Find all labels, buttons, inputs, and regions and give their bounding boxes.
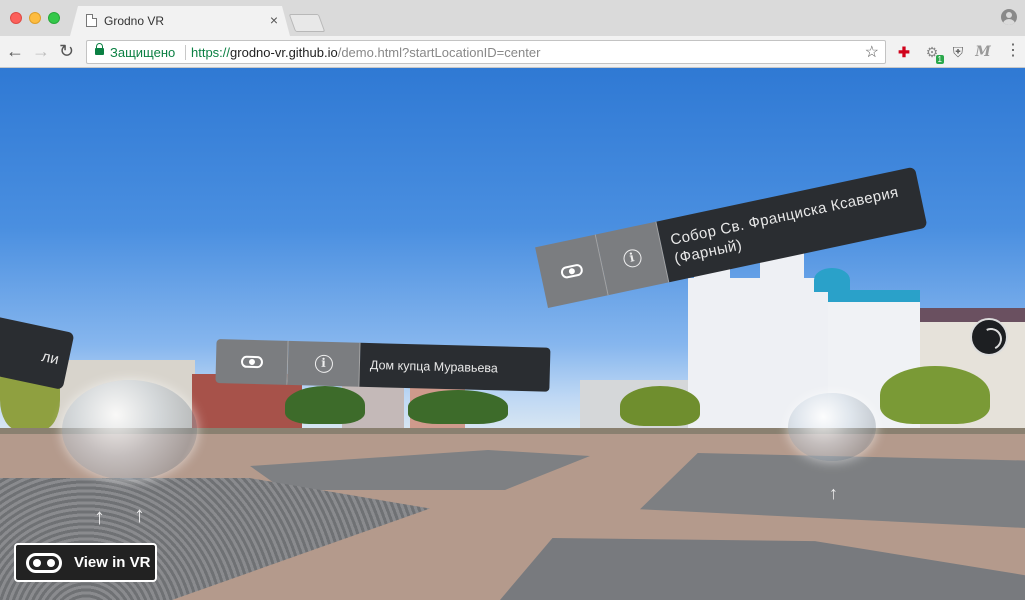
move-arrow-icon[interactable]: ↑ <box>134 504 145 526</box>
compass-icon[interactable] <box>970 318 1008 356</box>
bookmark-star-icon[interactable]: ☆ <box>865 42 879 62</box>
maximize-window-button[interactable] <box>48 12 60 24</box>
extension-shield-icon[interactable]: ⛨ <box>950 44 966 60</box>
tab-close-icon[interactable]: × <box>270 12 278 28</box>
browser-tab[interactable]: Grodno VR × <box>70 6 290 36</box>
browser-menu-icon[interactable]: ⋮ <box>1005 43 1021 59</box>
eye-icon <box>559 263 584 280</box>
landmark-label-merchant-house: i Дом купца Муравьева <box>215 339 551 392</box>
view-button[interactable] <box>215 339 289 385</box>
secure-label: Защищено <box>110 45 176 60</box>
info-icon: i <box>314 354 333 374</box>
landmark-title-left: ли <box>0 304 75 390</box>
move-arrow-icon[interactable]: ↑ <box>829 482 838 504</box>
extension-puzzle-icon[interactable]: ⚙ 1 <box>924 44 944 64</box>
extension-badge: 1 <box>935 55 944 64</box>
extension-lightning-icon[interactable]: ✚ <box>896 44 912 60</box>
url-scheme: https:// <box>191 45 231 60</box>
landmark-title: Дом купца Муравьева <box>359 342 551 392</box>
url-path: /demo.html?startLocationID=center <box>337 45 541 60</box>
address-bar[interactable]: Защищено https://grodno-vr.github.io/dem… <box>86 40 886 64</box>
minimize-window-button[interactable] <box>29 12 41 24</box>
tree-group-far-right <box>880 366 990 424</box>
tree-group-center <box>285 386 365 424</box>
reload-icon[interactable]: ↻ <box>59 42 74 60</box>
url-host: grodno-vr.github.io <box>230 45 338 60</box>
profile-icon[interactable] <box>1001 9 1017 25</box>
move-arrow-icon[interactable]: ↑ <box>94 506 105 528</box>
panorama-viewport[interactable]: ↑ ↑ ↑ ли i Дом купца Муравьева i Собор С… <box>0 68 1025 600</box>
eye-icon <box>240 355 263 369</box>
cathedral-wing-roof <box>828 290 920 302</box>
close-window-button[interactable] <box>10 12 22 24</box>
tab-title: Grodno VR <box>104 14 165 28</box>
info-icon: i <box>621 247 643 270</box>
location-hotspot-right[interactable] <box>788 393 876 461</box>
extension-m-icon[interactable]: M <box>975 44 991 60</box>
info-button[interactable]: i <box>287 340 361 387</box>
cathedral-dome-side <box>814 268 850 292</box>
landmark-label-left[interactable]: ли <box>0 304 75 390</box>
location-hotspot-left[interactable] <box>62 380 197 480</box>
lock-icon <box>95 43 104 55</box>
tab-strip: Grodno VR × <box>0 0 1025 36</box>
view-in-vr-label: View in VR <box>74 554 151 571</box>
address-separator <box>185 45 186 60</box>
tree-group-mid <box>408 390 508 424</box>
vr-headset-icon <box>26 552 62 573</box>
url-text[interactable]: https://grodno-vr.github.io/demo.html?st… <box>191 45 540 60</box>
page-icon <box>86 14 97 27</box>
tree-group-right <box>620 386 700 426</box>
back-arrow-icon[interactable]: ← <box>6 42 24 60</box>
new-tab-button[interactable] <box>288 14 326 32</box>
view-in-vr-button[interactable]: View in VR <box>14 543 157 582</box>
forward-arrow-icon[interactable]: → <box>32 42 50 60</box>
browser-toolbar: ← → ↻ Защищено https://grodno-vr.github.… <box>0 36 1025 68</box>
